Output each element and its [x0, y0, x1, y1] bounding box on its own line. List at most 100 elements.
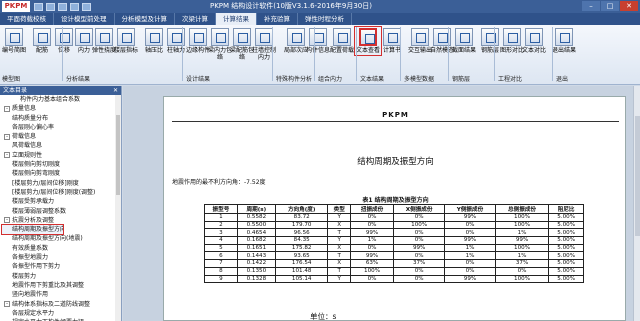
document-scroll-thumb[interactable]	[635, 116, 640, 236]
table-row: 6 0.1443 93.65 T 99% 0% 1% 1% 5.00%	[204, 251, 584, 261]
tree-item[interactable]: 结构周期及振型方向	[1, 224, 64, 236]
tree-item[interactable]: [楼层剪力/层间位移]刚度(调整)	[2, 188, 121, 197]
table-cell: 7	[204, 259, 238, 268]
table-cell: 4	[204, 236, 238, 245]
tree-item[interactable]: 构件内力基本组合系数	[2, 95, 121, 104]
table-cell: 0.1682	[236, 236, 276, 245]
tab-7[interactable]: 弹性时程分析	[298, 13, 352, 25]
tree-item[interactable]: 各振型作用下剪力	[2, 262, 121, 271]
maximize-button[interactable]: □	[601, 1, 619, 11]
tree-item-label: 楼层侧向剪弯刚度	[12, 170, 61, 178]
tree-folder[interactable]: - 质量信息	[2, 104, 121, 113]
ribbon-button-14[interactable]: 构件信息	[306, 28, 330, 54]
open-icon[interactable]	[46, 2, 55, 11]
table-cell: 99%	[349, 228, 395, 238]
tree-item-label: 地震作用下剪重比及其调整	[12, 281, 85, 289]
tree-folder[interactable]: - 结构体系指标及二道防线调整	[2, 300, 121, 309]
table-cell: 0%	[444, 220, 496, 230]
tree-item-label: [楼层剪力/层间位移]刚度	[12, 179, 79, 187]
tab-4[interactable]: 次梁计算	[175, 13, 216, 25]
collapse-toggle-icon[interactable]: -	[4, 217, 10, 224]
ribbon-button-6[interactable]: 楼层指标	[114, 28, 138, 54]
ribbon-button-7[interactable]: 轴压比	[142, 28, 166, 54]
ribbon-button-18[interactable]: 交互输出	[408, 28, 432, 54]
table-cell: 2	[204, 220, 238, 230]
tree-item[interactable]: 地震作用下剪重比及其调整	[2, 281, 121, 290]
tree-item[interactable]: 结构周期及振型方向(地震)	[2, 234, 121, 243]
new-icon[interactable]	[34, 2, 43, 11]
ribbon-button-8[interactable]: 柱轴力	[164, 28, 188, 54]
tree-item-label: 结构周期及振型方向(地震)	[12, 235, 83, 243]
table-cell: 1%	[444, 251, 496, 261]
tree-item[interactable]: 各层刚心偏心率	[2, 123, 121, 132]
tab-5[interactable]: 计算结果	[216, 13, 257, 25]
tree-folder[interactable]: - 抗震分析及调整	[2, 216, 121, 225]
column-header: 方向角(度)	[274, 204, 329, 214]
ribbon-button-5[interactable]: 弹性挠度	[92, 28, 116, 54]
save-icon[interactable]	[58, 2, 67, 11]
ribbon-button-13[interactable]: 局部次应	[284, 28, 308, 54]
ribbon-button-22[interactable]: 图形对比	[500, 28, 524, 54]
tree-item[interactable]: 风荷载信息	[2, 141, 121, 150]
table-cell: T	[327, 228, 351, 238]
collapse-toggle-icon[interactable]: -	[4, 133, 10, 140]
tree-folder[interactable]: - 立面规则性	[2, 151, 121, 160]
tab-6[interactable]: 补充验算	[257, 13, 298, 25]
ribbon-button-1[interactable]: 编号简图	[2, 28, 26, 54]
tree-item-label: 立面规则性	[12, 151, 43, 159]
table-row: 9 0.1328 105.14 Y 0% 0% 99% 100% 5.00%	[204, 274, 584, 284]
collapse-toggle-icon[interactable]: -	[4, 301, 10, 308]
collapse-toggle-icon[interactable]: -	[4, 152, 10, 159]
ribbon-button-23[interactable]: 文本对比	[522, 28, 546, 54]
tree-item[interactable]: 楼层受剪承载力	[2, 197, 121, 206]
ribbon-group-separator	[356, 27, 357, 81]
tab-1[interactable]: 平面荷载校核	[0, 13, 54, 25]
tab-2[interactable]: 设计模型前处理	[54, 13, 115, 25]
ribbon-button-9[interactable]: 边缘构件	[186, 28, 210, 54]
tree-item[interactable]: 有效质量系数	[2, 244, 121, 253]
ribbon-button-11[interactable]: 梁配筋包络	[230, 28, 254, 61]
table-row: 4 0.1682 84.35 Y 1% 0% 99% 99% 5.00%	[204, 236, 584, 245]
table-cell: 0%	[349, 220, 395, 230]
panel-scrollbar[interactable]	[115, 95, 121, 321]
ribbon-button-label: 截面结果	[452, 47, 477, 54]
panel-close-icon[interactable]: ✕	[113, 86, 121, 95]
tool-icon	[411, 28, 429, 46]
ribbon-button-19[interactable]: 自然模态	[430, 28, 454, 54]
ribbon-button-16[interactable]: 文本查看	[354, 26, 382, 56]
tree-item[interactable]: 各振型地震力	[2, 253, 121, 262]
table-cell: T	[327, 251, 351, 261]
ribbon-button-15[interactable]: 配置荷载	[330, 28, 354, 54]
tree-folder[interactable]: - 荷载信息	[2, 132, 121, 141]
ribbon-button-21[interactable]: 钢筋层	[478, 28, 502, 54]
tab-3[interactable]: 分析模型及计算	[115, 13, 175, 25]
document-scrollbar[interactable]	[633, 86, 640, 321]
tree-item[interactable]: 楼层侧向剪切刚度	[2, 160, 121, 169]
undo-icon[interactable]	[70, 2, 79, 11]
table-cell: 175.82	[274, 243, 329, 253]
tree-item[interactable]: 结构质量分布	[2, 114, 121, 123]
ribbon-button-2[interactable]: 配筋	[30, 28, 54, 54]
tree-item[interactable]: 竖向地震作用	[2, 290, 121, 299]
collapse-toggle-icon[interactable]: -	[4, 105, 10, 112]
doc-running-header: PKPM	[382, 111, 409, 119]
redo-icon[interactable]	[82, 2, 91, 11]
ribbon-button-10[interactable]: 梁内力包络	[208, 28, 232, 61]
tree-item[interactable]: [楼层剪力/层间位移]刚度	[2, 179, 121, 188]
close-button[interactable]: ✕	[620, 1, 638, 11]
tree-item[interactable]: 楼层侧向剪弯刚度	[2, 169, 121, 178]
panel-scroll-thumb[interactable]	[116, 115, 120, 195]
tree-item-label: 结构质量分布	[12, 114, 49, 122]
ribbon-button-20[interactable]: 截面结果	[452, 28, 476, 54]
tree-item-label: 楼层薄弱层调整系数	[12, 207, 67, 215]
tree-item-label: 构件内力基本组合系数	[20, 96, 81, 103]
ribbon-button-24[interactable]: 退出结果	[552, 28, 576, 54]
table-row: 3 0.4654 96.56 T 99% 0% 0% 1% 5.00%	[204, 228, 584, 238]
tree-item[interactable]: 各层规定水平力	[2, 309, 121, 318]
table-cell: 100%	[494, 220, 550, 230]
tree-item[interactable]: 楼层薄弱层调整系数	[2, 207, 121, 216]
minimize-button[interactable]: –	[582, 1, 600, 11]
tree-item[interactable]: 楼层剪力	[2, 272, 121, 281]
table-cell: 0%	[349, 213, 395, 222]
table-header-row: 振型号 周期(s) 方向角(度) 类型 扭振成份 X侧振成份 Y侧振成份 总侧振成份 阻尼比	[204, 204, 584, 214]
